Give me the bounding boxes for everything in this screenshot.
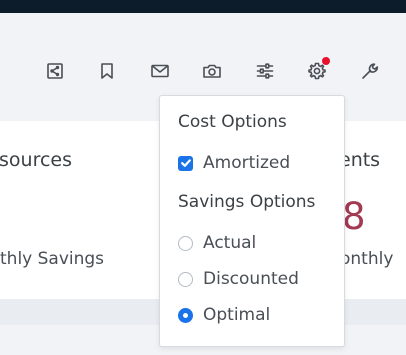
radio-unselected[interactable] (178, 271, 193, 287)
checkbox-checked[interactable] (178, 155, 193, 171)
share-icon (47, 63, 63, 79)
actual-label: Actual (203, 233, 257, 253)
amortized-checkbox-option[interactable]: Amortized (178, 152, 290, 174)
view-options-dropdown: Cost Options Amortized Savings Options A… (159, 95, 345, 347)
screenshot-button[interactable] (200, 59, 224, 83)
right-card-value: 8 (342, 195, 366, 238)
wrench-icon (362, 63, 379, 79)
tools-button[interactable] (358, 59, 382, 83)
email-button[interactable] (148, 59, 172, 83)
settings-button[interactable] (305, 57, 330, 83)
radio-selected[interactable] (178, 307, 193, 323)
optimal-radio-option[interactable]: Optimal (178, 304, 270, 326)
notification-dot (322, 57, 330, 65)
cost-options-heading: Cost Options (178, 112, 287, 132)
left-card-title: sources (0, 149, 72, 171)
discounted-label: Discounted (203, 269, 299, 289)
optimal-label: Optimal (203, 305, 271, 325)
left-card-subtitle: thly Savings (0, 249, 105, 269)
right-card-title: ents (339, 149, 381, 171)
amortized-label: Amortized (203, 153, 291, 173)
right-card-subtitle: onthly (340, 249, 394, 269)
camera-icon (203, 64, 221, 78)
radio-unselected[interactable] (178, 235, 193, 251)
checkmark-icon (180, 159, 191, 167)
bookmark-button[interactable] (95, 59, 119, 83)
view-options-button[interactable] (253, 59, 277, 83)
share-button[interactable] (43, 59, 67, 83)
bookmark-icon (101, 63, 113, 79)
savings-options-heading: Savings Options (178, 192, 316, 212)
sliders-icon (256, 63, 274, 79)
top-app-bar (0, 0, 406, 13)
actual-radio-option[interactable]: Actual (178, 232, 256, 254)
discounted-radio-option[interactable]: Discounted (178, 268, 299, 290)
mail-icon (151, 64, 169, 78)
